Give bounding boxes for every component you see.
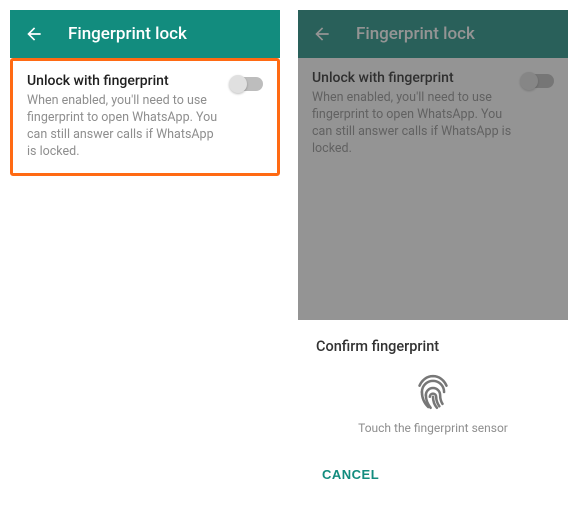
phone-left: Fingerprint lock Unlock with fingerprint… [10, 10, 280, 490]
back-icon[interactable] [24, 24, 44, 44]
phone-right: Fingerprint lock Unlock with fingerprint… [298, 10, 568, 502]
page-title: Fingerprint lock [68, 24, 187, 44]
cancel-button[interactable]: CANCEL [316, 461, 385, 488]
dialog-title: Confirm fingerprint [316, 338, 550, 355]
setting-title: Unlock with fingerprint [27, 73, 221, 89]
dialog-actions: CANCEL [316, 461, 550, 488]
setting-text: Unlock with fingerprint When enabled, yo… [27, 73, 231, 161]
setting-row-fingerprint[interactable]: Unlock with fingerprint When enabled, yo… [10, 58, 280, 176]
dialog-hint: Touch the fingerprint sensor [316, 421, 550, 435]
fingerprint-icon [316, 373, 550, 411]
toggle-fingerprint[interactable] [231, 77, 263, 91]
fingerprint-dialog: Confirm fingerprint Touch the fingerprin… [298, 320, 568, 502]
toggle-knob [229, 75, 247, 93]
app-header: Fingerprint lock [10, 10, 280, 58]
setting-description: When enabled, you'll need to use fingerp… [27, 93, 221, 161]
